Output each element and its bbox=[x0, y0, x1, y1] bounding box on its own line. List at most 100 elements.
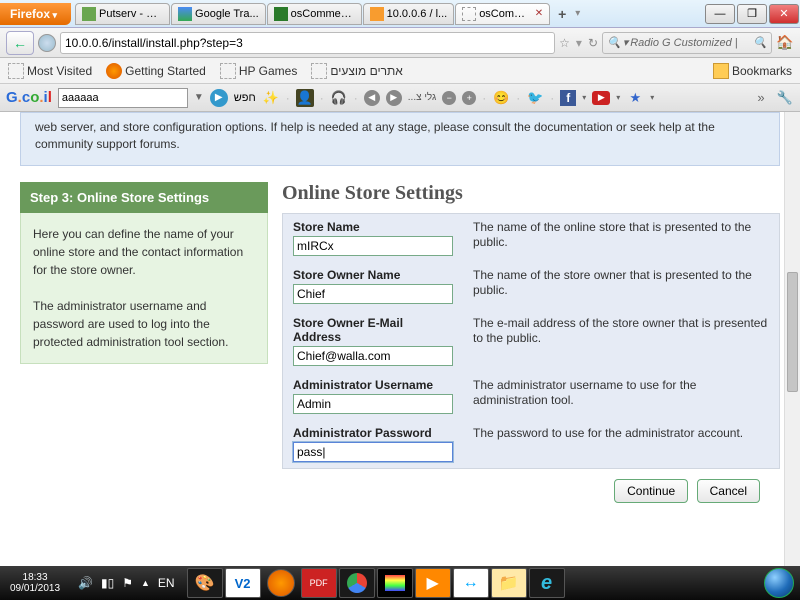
page-scrollbar[interactable] bbox=[784, 112, 800, 566]
toolbar-search-input[interactable] bbox=[58, 88, 188, 108]
search-dropdown-icon[interactable]: ▼ bbox=[194, 92, 204, 103]
toolbar-settings-icon[interactable]: 🔧 bbox=[776, 89, 794, 107]
table-row: Administrator Username The administrator … bbox=[283, 372, 780, 420]
system-tray: 🔊 ▮▯ ⚑ ▲ EN bbox=[70, 576, 183, 590]
page-title: Online Store Settings bbox=[282, 182, 780, 205]
tab-oscommerce-1[interactable]: osCommerc... bbox=[267, 3, 362, 25]
store-name-label: Store Name bbox=[293, 220, 453, 234]
navigation-bar: ← ☆ ▾ ↻ 🔍▾Radio G Customized |🔍 🏠 bbox=[0, 28, 800, 58]
window-maximize-button[interactable]: ❐ bbox=[737, 4, 767, 24]
store-email-label: Store Owner E-Mail Address bbox=[293, 316, 453, 344]
toolbar-search-label: חפש bbox=[234, 92, 256, 104]
youtube-icon[interactable]: ▶ bbox=[592, 91, 610, 105]
radio-station-label: ...גלי צ bbox=[408, 92, 437, 103]
taskbar-mirc-icon[interactable] bbox=[377, 568, 413, 598]
store-email-input[interactable] bbox=[293, 346, 453, 366]
taskbar-pdf-icon[interactable]: PDF bbox=[301, 568, 337, 598]
addon-toolbar: G.co.il ▼ ▶ חפש ✨ · 👤 · 🎧 · ◀ ▶ ...גלי צ… bbox=[0, 84, 800, 112]
info-banner: web server, and store configuration opti… bbox=[20, 112, 780, 166]
table-row: Store Owner Name The name of the store ow… bbox=[283, 262, 780, 310]
window-titlebar: Firefox Putserv - C... Google Tra... osC… bbox=[0, 0, 800, 28]
store-owner-input[interactable] bbox=[293, 284, 453, 304]
taskbar-paint-icon[interactable]: 🎨 bbox=[187, 568, 223, 598]
step-heading: Step 3: Online Store Settings bbox=[20, 182, 268, 213]
toolbar-search-button[interactable]: ▶ bbox=[210, 89, 228, 107]
windows-taskbar: 18:33 09/01/2013 🔊 ▮▯ ⚑ ▲ EN 🎨 V2 PDF ▶ … bbox=[0, 566, 800, 600]
taskbar-media-icon[interactable]: ▶ bbox=[415, 568, 451, 598]
admin-pass-input[interactable] bbox=[293, 442, 453, 462]
scroll-thumb[interactable] bbox=[787, 272, 798, 392]
store-owner-label: Store Owner Name bbox=[293, 268, 453, 282]
wand-icon[interactable]: ✨ bbox=[262, 89, 280, 107]
admin-user-desc: The administrator username to use for th… bbox=[463, 372, 780, 420]
tab-google-translate[interactable]: Google Tra... bbox=[171, 3, 266, 25]
reload-icon[interactable]: ↻ bbox=[588, 36, 598, 50]
store-email-desc: The e-mail address of the store owner th… bbox=[463, 310, 780, 372]
address-bar[interactable] bbox=[60, 32, 555, 54]
admin-pass-desc: The password to use for the administrato… bbox=[463, 420, 780, 469]
radio-vol-up-icon[interactable]: + bbox=[462, 91, 476, 105]
tab-overflow-icon[interactable]: ▾ bbox=[575, 8, 580, 19]
headphones-icon[interactable]: 🎧 bbox=[330, 89, 348, 107]
tab-oscommerce-active[interactable]: osComm...✕ bbox=[455, 3, 550, 25]
admin-user-input[interactable] bbox=[293, 394, 453, 414]
admin-pass-label: Administrator Password bbox=[293, 426, 453, 440]
taskbar-teamviewer-icon[interactable]: ↔ bbox=[453, 568, 489, 598]
window-close-button[interactable]: ✕ bbox=[769, 4, 799, 24]
network-icon[interactable]: ▮▯ bbox=[101, 576, 114, 590]
taskbar-firefox-icon[interactable] bbox=[267, 569, 295, 597]
taskbar-ie-icon[interactable]: e bbox=[529, 568, 565, 598]
page-content: web server, and store configuration opti… bbox=[0, 112, 800, 566]
store-owner-desc: The name of the store owner that is pres… bbox=[463, 262, 780, 310]
facebook-icon[interactable]: f bbox=[560, 90, 576, 106]
radio-vol-down-icon[interactable]: − bbox=[442, 91, 456, 105]
bookmark-hp-games[interactable]: HP Games bbox=[220, 63, 297, 79]
new-tab-button[interactable]: + bbox=[551, 6, 573, 22]
star-icon[interactable]: ★ bbox=[626, 89, 644, 107]
smiley-icon[interactable]: 😊 bbox=[492, 89, 510, 107]
window-minimize-button[interactable]: — bbox=[705, 4, 735, 24]
store-name-desc: The name of the online store that is pre… bbox=[463, 213, 780, 262]
close-tab-icon[interactable]: ✕ bbox=[535, 8, 543, 19]
bookmark-most-visited[interactable]: Most Visited bbox=[8, 63, 92, 79]
table-row: Store Name The name of the online store t… bbox=[283, 213, 780, 262]
dropdown-icon[interactable]: ▾ bbox=[576, 36, 582, 50]
site-identity-icon[interactable] bbox=[38, 34, 56, 52]
radio-prev-icon[interactable]: ◀ bbox=[364, 90, 380, 106]
volume-icon[interactable]: 🔊 bbox=[78, 576, 93, 590]
bookmark-getting-started[interactable]: Getting Started bbox=[106, 63, 206, 79]
table-row: Administrator Password The password to us… bbox=[283, 420, 780, 469]
search-box[interactable]: 🔍▾Radio G Customized |🔍 bbox=[602, 32, 772, 54]
step-sidebar: Step 3: Online Store Settings Here you c… bbox=[20, 182, 268, 503]
tray-expand-icon[interactable]: ▲ bbox=[141, 578, 150, 588]
angry-bird-icon[interactable]: 🐦 bbox=[526, 89, 544, 107]
admin-user-label: Administrator Username bbox=[293, 378, 453, 392]
home-button[interactable]: 🏠 bbox=[776, 34, 794, 52]
bookmark-star-icon[interactable]: ☆ bbox=[559, 36, 570, 50]
bookmarks-toolbar: Most Visited Getting Started HP Games את… bbox=[0, 58, 800, 84]
taskbar-explorer-icon[interactable]: 📁 bbox=[491, 568, 527, 598]
table-row: Store Owner E-Mail Address The e-mail add… bbox=[283, 310, 780, 372]
taskbar-clock[interactable]: 18:33 09/01/2013 bbox=[0, 572, 70, 594]
cancel-button[interactable]: Cancel bbox=[697, 479, 760, 503]
taskbar-vnc-icon[interactable]: V2 bbox=[225, 568, 261, 598]
flag-icon[interactable]: ⚑ bbox=[122, 576, 133, 590]
radio-play-icon[interactable]: ▶ bbox=[386, 90, 402, 106]
gcoil-logo[interactable]: G.co.il bbox=[6, 89, 52, 106]
bookmarks-menu[interactable]: Bookmarks bbox=[713, 63, 792, 79]
sidebar-para-1: Here you can define the name of your onl… bbox=[33, 225, 255, 279]
continue-button[interactable]: Continue bbox=[614, 479, 688, 503]
language-indicator[interactable]: EN bbox=[158, 576, 175, 590]
start-button[interactable] bbox=[758, 566, 800, 600]
taskbar-chrome-icon[interactable] bbox=[339, 568, 375, 598]
tab-phpmyadmin[interactable]: 10.0.0.6 / l... bbox=[363, 3, 455, 25]
toolbar-overflow-icon[interactable]: » bbox=[752, 89, 770, 107]
settings-form: Store Name The name of the online store t… bbox=[282, 213, 780, 469]
back-button[interactable]: ← bbox=[6, 31, 34, 55]
firefox-menu-button[interactable]: Firefox bbox=[0, 3, 71, 25]
store-name-input[interactable] bbox=[293, 236, 453, 256]
sidebar-para-2: The administrator username and password … bbox=[33, 297, 255, 351]
tab-putserv[interactable]: Putserv - C... bbox=[75, 3, 170, 25]
bookmark-suggested-sites[interactable]: אתרים מוצעים bbox=[311, 63, 403, 79]
avatar-icon[interactable]: 👤 bbox=[296, 89, 314, 107]
